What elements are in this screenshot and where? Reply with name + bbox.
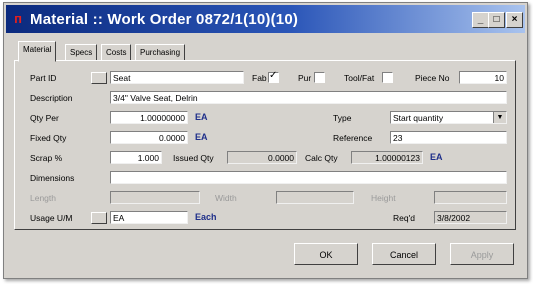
cancel-button[interactable]: Cancel xyxy=(372,243,436,265)
calc-qty-unit: EA xyxy=(430,152,443,162)
fixed-qty-label: Fixed Qty xyxy=(30,133,67,143)
tab-costs[interactable]: Costs xyxy=(101,44,132,61)
minimize-button[interactable]: _ xyxy=(472,12,489,28)
description-field[interactable]: 3/4" Valve Seat, Delrin xyxy=(110,91,507,104)
checkmark-icon: ✓ xyxy=(269,70,278,81)
qty-per-label: Qty Per xyxy=(30,113,59,123)
piece-no-field[interactable]: 10 xyxy=(459,71,507,84)
tool-fat-label: Tool/Fat xyxy=(344,73,375,83)
calc-qty-field: 1.00000123 xyxy=(351,151,423,164)
apply-button[interactable]: Apply xyxy=(450,243,514,265)
type-value: Start quantity xyxy=(393,113,444,123)
ok-button[interactable]: OK xyxy=(294,243,358,265)
width-label: Width xyxy=(215,193,237,203)
width-field xyxy=(276,191,354,204)
height-field xyxy=(434,191,507,204)
window-title: Material :: Work Order 0872/1(10)(10) xyxy=(30,11,299,28)
scrap-field[interactable]: 1.000 xyxy=(110,151,162,164)
usage-um-unit: Each xyxy=(195,212,217,222)
material-dialog: ᴨ Material :: Work Order 0872/1(10)(10) … xyxy=(3,2,528,279)
part-id-field[interactable]: Seat xyxy=(110,71,244,84)
part-id-lookup-button[interactable] xyxy=(91,72,107,84)
reqd-field: 3/8/2002 xyxy=(434,211,507,224)
tool-fat-checkbox[interactable] xyxy=(382,72,393,83)
usage-um-field[interactable]: EA xyxy=(110,211,188,224)
dimensions-field[interactable] xyxy=(110,171,507,184)
dimensions-label: Dimensions xyxy=(30,173,75,183)
maximize-button[interactable]: □ xyxy=(488,12,505,28)
chevron-down-icon[interactable]: ▼ xyxy=(493,112,506,123)
fab-label: Fab xyxy=(252,73,267,83)
tab-purchasing[interactable]: Purchasing xyxy=(135,44,186,61)
material-tab-panel: Part ID Seat Fab ✓ Pur Tool/Fat Piece No… xyxy=(14,60,516,230)
reference-field[interactable]: 23 xyxy=(390,131,507,144)
reference-label: Reference xyxy=(333,133,373,143)
description-label: Description xyxy=(30,93,73,103)
usage-um-lookup-button[interactable] xyxy=(91,212,107,224)
close-button[interactable]: × xyxy=(506,12,523,28)
calc-qty-label: Calc Qty xyxy=(305,153,338,163)
issued-qty-field: 0.0000 xyxy=(227,151,297,164)
qty-per-field[interactable]: 1.00000000 xyxy=(110,111,188,124)
piece-no-label: Piece No xyxy=(415,73,450,83)
qty-per-unit: EA xyxy=(195,112,208,122)
part-id-label: Part ID xyxy=(30,73,57,83)
fixed-qty-field[interactable]: 0.0000 xyxy=(110,131,188,144)
tab-material[interactable]: Material xyxy=(18,41,57,62)
issued-qty-label: Issued Qty xyxy=(173,153,214,163)
reqd-label: Req'd xyxy=(393,213,415,223)
type-select[interactable]: Start quantity ▼ xyxy=(390,111,507,124)
pur-label: Pur xyxy=(298,73,312,83)
pur-checkbox[interactable] xyxy=(314,72,325,83)
length-field xyxy=(110,191,200,204)
type-label: Type xyxy=(333,113,352,123)
scrap-label: Scrap % xyxy=(30,153,63,163)
height-label: Height xyxy=(371,193,396,203)
usage-um-label: Usage U/M xyxy=(30,213,73,223)
app-icon: ᴨ xyxy=(14,11,22,26)
fab-checkbox[interactable]: ✓ xyxy=(268,70,279,83)
title-bar[interactable]: ᴨ Material :: Work Order 0872/1(10)(10) … xyxy=(6,5,525,33)
length-label: Length xyxy=(30,193,56,203)
tab-specs[interactable]: Specs xyxy=(65,44,98,61)
fixed-qty-unit: EA xyxy=(195,132,208,142)
